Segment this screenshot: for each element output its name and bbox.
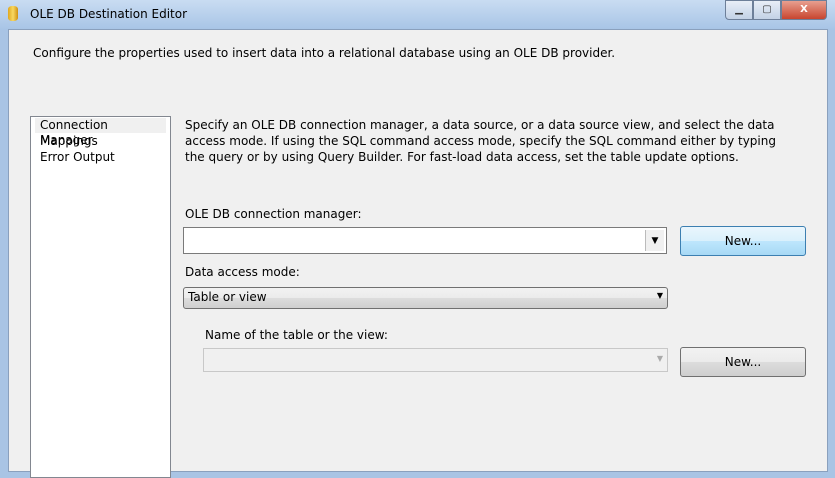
- nav-item-mappings[interactable]: Mappings: [35, 134, 166, 149]
- new-connection-button[interactable]: New...: [680, 226, 806, 256]
- table-name-label: Name of the table or the view:: [205, 328, 388, 342]
- intro-text: Specify an OLE DB connection manager, a …: [185, 118, 776, 164]
- connection-manager-label: OLE DB connection manager:: [185, 207, 362, 221]
- nav-item-connection-manager[interactable]: Connection Manager: [35, 118, 166, 147]
- connection-manager-combo[interactable]: ▼: [183, 227, 667, 254]
- minimize-button[interactable]: ▁: [725, 0, 753, 20]
- window-title: OLE DB Destination Editor: [30, 7, 188, 21]
- access-mode-select[interactable]: Table or view ▼: [183, 287, 668, 309]
- database-icon: [8, 6, 18, 21]
- dropdown-arrow-icon[interactable]: ▼: [645, 230, 664, 251]
- nav-item-error-output[interactable]: Error Output: [35, 150, 166, 165]
- access-mode-value: Table or view: [188, 290, 267, 304]
- dropdown-arrow-icon: ▼: [656, 354, 663, 363]
- close-button[interactable]: X: [781, 0, 827, 20]
- access-mode-label: Data access mode:: [185, 265, 300, 279]
- table-name-combo: ▼: [203, 348, 668, 372]
- title-bar: OLE DB Destination Editor ▁ ▢ X: [0, 0, 835, 30]
- new-table-button[interactable]: New...: [680, 347, 806, 377]
- dialog-description: Configure the properties used to insert …: [33, 46, 616, 60]
- maximize-button[interactable]: ▢: [753, 0, 781, 20]
- dialog-client: Configure the properties used to insert …: [8, 29, 828, 478]
- page-nav-list: Connection Manager Mappings Error Output: [30, 116, 171, 478]
- dropdown-arrow-icon: ▼: [656, 291, 663, 300]
